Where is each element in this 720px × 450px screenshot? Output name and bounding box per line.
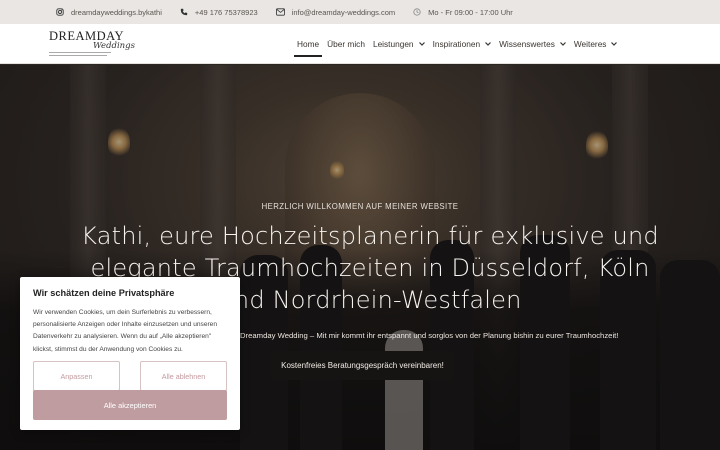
accept-all-cookies-button[interactable]: Alle akzeptieren bbox=[33, 390, 227, 420]
customize-cookies-button[interactable]: Anpassen bbox=[33, 361, 120, 391]
nav-leistungen-label: Leistungen bbox=[372, 39, 414, 49]
chevron-down-icon bbox=[418, 42, 425, 46]
nav-leistungen[interactable]: Leistungen bbox=[373, 24, 425, 64]
chevron-down-icon bbox=[611, 42, 618, 46]
nav-weiteres[interactable]: Weiteres bbox=[574, 24, 618, 64]
reject-all-cookies-button[interactable]: Alle ablehnen bbox=[140, 361, 227, 391]
logo-tagline bbox=[49, 52, 129, 57]
phone-icon bbox=[180, 8, 188, 16]
phone-number: +49 176 75378923 bbox=[194, 7, 258, 17]
site-header: DREAMDAY Weddings Home Über mich Leistun… bbox=[0, 24, 720, 64]
opening-hours: Mo - Fr 09:00 - 17:00 Uhr bbox=[413, 8, 513, 17]
email-contact[interactable]: info@dreamday-weddings.com bbox=[275, 7, 396, 17]
cookie-consent-dialog: Wir schätzen deine Privatsphäre Wir verw… bbox=[20, 277, 240, 430]
main-navigation: Home Über mich Leistungen Inspirationen … bbox=[293, 24, 625, 64]
site-logo[interactable]: DREAMDAY Weddings bbox=[49, 30, 139, 60]
consultation-button[interactable]: Kostenfreies Beratungsgespräch vereinbar… bbox=[271, 351, 454, 380]
chevron-down-icon bbox=[559, 42, 566, 46]
cookie-secondary-buttons: Anpassen Alle ablehnen bbox=[33, 361, 227, 391]
nav-inspirationen[interactable]: Inspirationen bbox=[433, 24, 492, 64]
instagram-contact[interactable]: dreamdayweddings.bykathi bbox=[56, 8, 162, 17]
chevron-down-icon bbox=[485, 42, 492, 46]
instagram-icon bbox=[56, 8, 64, 16]
nav-home-label: Home bbox=[297, 39, 320, 49]
phone-contact[interactable]: +49 176 75378923 bbox=[180, 8, 258, 17]
nav-inspirationen-label: Inspirationen bbox=[432, 39, 481, 49]
hero-kicker: HERZLICH WILLKOMMEN AUF MEINER WEBSITE bbox=[261, 202, 459, 211]
email-address: info@dreamday-weddings.com bbox=[291, 7, 396, 17]
envelope-icon bbox=[275, 8, 285, 16]
nav-wissenswertes-label: Wissenswertes bbox=[499, 39, 555, 49]
logo-script: Weddings bbox=[93, 41, 135, 51]
hours-text: Mo - Fr 09:00 - 17:00 Uhr bbox=[428, 7, 513, 17]
top-info-bar: dreamdayweddings.bykathi +49 176 7537892… bbox=[0, 0, 720, 24]
cookie-title: Wir schätzen deine Privatsphäre bbox=[33, 288, 175, 298]
nav-home[interactable]: Home bbox=[293, 24, 323, 64]
instagram-handle: dreamdayweddings.bykathi bbox=[71, 7, 162, 17]
cookie-text: Wir verwenden Cookies, um dein Surferleb… bbox=[33, 309, 218, 353]
clock-icon bbox=[413, 8, 421, 16]
nav-weiteres-label: Weiteres bbox=[573, 39, 607, 49]
nav-wissenswertes[interactable]: Wissenswertes bbox=[499, 24, 566, 64]
nav-ueber-mich[interactable]: Über mich bbox=[327, 24, 365, 64]
nav-ueber-mich-label: Über mich bbox=[327, 39, 365, 49]
